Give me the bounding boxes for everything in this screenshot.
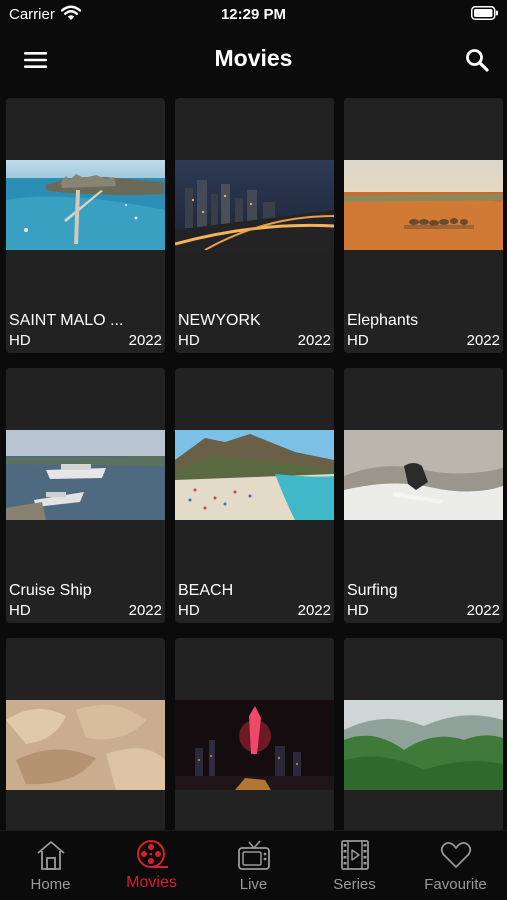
movie-title: Cruise Ship (9, 582, 92, 599)
movie-card[interactable]: SAINT MALO ... HD 2022 (6, 98, 165, 353)
movie-thumbnail (6, 430, 165, 520)
quality-badge: HD (9, 332, 31, 349)
release-year: 2022 (466, 332, 500, 349)
movie-title: Surfing (347, 582, 398, 599)
movie-card[interactable]: Elephants HD 2022 (344, 98, 503, 353)
movie-title: SAINT MALO ... (9, 312, 124, 329)
quality-badge: HD (347, 602, 369, 619)
clock: 12:29 PM (220, 6, 287, 23)
tab-label: Home (30, 876, 71, 893)
tab-label: Series (333, 876, 376, 893)
quality-badge: HD (178, 602, 200, 619)
heart-icon (439, 839, 473, 871)
tab-movies[interactable]: Movies (101, 831, 202, 900)
tv-icon (237, 839, 271, 871)
movie-thumbnail (344, 700, 503, 790)
tab-series[interactable]: Series (304, 831, 405, 900)
movie-card[interactable]: BEACH HD 2022 (175, 368, 334, 623)
movie-thumbnail (175, 430, 334, 520)
release-year: 2022 (128, 332, 162, 349)
movie-card[interactable] (344, 638, 503, 830)
tab-label: Favourite (424, 876, 487, 893)
tab-label: Live (239, 876, 268, 893)
movie-title: Elephants (347, 312, 419, 329)
navigation-bar: Movies (0, 28, 507, 92)
movie-thumbnail (6, 160, 165, 250)
movie-grid: SAINT MALO ... HD 2022 NEWYORK HD 2022 E… (0, 92, 507, 830)
release-year: 2022 (297, 602, 331, 619)
quality-badge: HD (178, 332, 200, 349)
movie-card[interactable] (175, 638, 334, 830)
release-year: 2022 (128, 602, 162, 619)
tab-label: Movies (126, 874, 177, 891)
movie-thumbnail (344, 160, 503, 250)
movie-thumbnail (175, 160, 334, 250)
quality-badge: HD (347, 332, 369, 349)
movie-card[interactable] (6, 638, 165, 830)
film-strip-icon (338, 839, 372, 871)
release-year: 2022 (466, 602, 500, 619)
battery-icon (471, 6, 499, 25)
movie-card[interactable]: Cruise Ship HD 2022 (6, 368, 165, 623)
tab-home[interactable]: Home (0, 831, 101, 900)
movie-title: BEACH (178, 582, 234, 599)
status-bar: Carrier 12:29 PM (0, 0, 507, 28)
quality-badge: HD (9, 602, 31, 619)
movie-thumbnail (175, 700, 334, 790)
tab-bar: Home Movies Live Series Favourite (0, 830, 507, 900)
tab-live[interactable]: Live (203, 831, 304, 900)
movie-thumbnail (6, 700, 165, 790)
movie-title: NEWYORK (178, 312, 261, 329)
page-title: Movies (214, 45, 293, 71)
search-icon[interactable] (461, 44, 493, 76)
movie-card[interactable]: Surfing HD 2022 (344, 368, 503, 623)
tab-favourite[interactable]: Favourite (405, 831, 506, 900)
home-icon (34, 839, 68, 871)
release-year: 2022 (297, 332, 331, 349)
movie-card[interactable]: NEWYORK HD 2022 (175, 98, 334, 353)
movie-thumbnail (344, 430, 503, 520)
film-reel-icon (135, 839, 169, 871)
